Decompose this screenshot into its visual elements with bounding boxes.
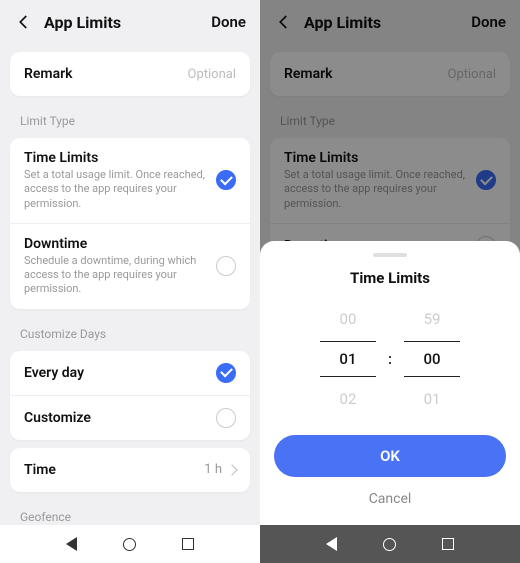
customize-label: Customize xyxy=(24,410,216,426)
nav-back-icon[interactable] xyxy=(326,537,337,551)
every-day-label: Every day xyxy=(24,365,216,381)
time-picker[interactable]: 00 01 02 : 59 00 01 xyxy=(274,309,506,409)
app-header: App Limits Done xyxy=(0,0,260,44)
section-limit-type: Limit Type xyxy=(260,104,520,130)
remark-card[interactable]: Remark Optional xyxy=(270,52,510,96)
time-label: Time xyxy=(24,462,204,478)
radio-unchecked-icon[interactable] xyxy=(216,408,236,428)
limit-type-card: Time Limits Set a total usage limit. Onc… xyxy=(10,138,250,309)
page-title: App Limits xyxy=(304,13,471,32)
sheet-title: Time Limits xyxy=(274,269,506,287)
time-card[interactable]: Time 1 h xyxy=(10,448,250,492)
screen-right: App Limits Done Remark Optional Limit Ty… xyxy=(260,0,520,563)
option-every-day[interactable]: Every day xyxy=(10,351,250,395)
nav-recent-icon[interactable] xyxy=(442,538,454,550)
radio-unchecked-icon[interactable] xyxy=(216,256,236,276)
option-time-limits[interactable]: Time Limits Set a total usage limit. Onc… xyxy=(270,138,510,223)
option-time-limits[interactable]: Time Limits Set a total usage limit. Onc… xyxy=(10,138,250,223)
remark-placeholder: Optional xyxy=(448,67,496,82)
radio-checked-icon[interactable] xyxy=(216,170,236,190)
remark-placeholder: Optional xyxy=(188,67,236,82)
android-navbar xyxy=(260,525,520,563)
radio-checked-icon[interactable] xyxy=(216,363,236,383)
option-time-limits-title: Time Limits xyxy=(284,150,476,166)
option-time-limits-title: Time Limits xyxy=(24,150,216,166)
time-value: 1 h xyxy=(204,462,222,477)
app-header: App Limits Done xyxy=(260,0,520,44)
option-downtime[interactable]: Downtime Schedule a downtime, during whi… xyxy=(10,223,250,309)
screen-left: App Limits Done Remark Optional Limit Ty… xyxy=(0,0,260,563)
android-navbar xyxy=(0,525,260,563)
picker-min-selected: 00 xyxy=(404,341,460,377)
picker-hour-prev: 00 xyxy=(340,309,357,329)
nav-back-icon[interactable] xyxy=(66,537,77,551)
content-scroll: Remark Optional Limit Type Time Limits S… xyxy=(0,44,260,525)
option-downtime-desc: Schedule a downtime, during which access… xyxy=(24,254,216,297)
option-customize[interactable]: Customize xyxy=(10,395,250,440)
nav-home-icon[interactable] xyxy=(383,538,396,551)
sheet-handle-icon[interactable] xyxy=(373,253,407,257)
page-title: App Limits xyxy=(44,13,211,32)
done-button[interactable]: Done xyxy=(471,13,506,31)
days-card: Every day Customize xyxy=(10,351,250,440)
remark-label: Remark xyxy=(284,66,448,82)
section-customize-days: Customize Days xyxy=(0,317,260,343)
back-icon[interactable] xyxy=(14,12,34,32)
ok-button[interactable]: OK xyxy=(274,435,506,477)
remark-label: Remark xyxy=(24,66,188,82)
time-picker-sheet: Time Limits 00 01 02 : 59 00 01 OK Cance… xyxy=(260,241,520,525)
radio-checked-icon[interactable] xyxy=(476,170,496,190)
section-geofence: Geofence xyxy=(0,500,260,525)
back-icon[interactable] xyxy=(274,12,294,32)
picker-minutes[interactable]: 59 00 01 xyxy=(404,309,460,409)
picker-hours[interactable]: 00 01 02 xyxy=(320,309,376,409)
picker-min-prev: 59 xyxy=(424,309,441,329)
section-limit-type: Limit Type xyxy=(0,104,260,130)
remark-card[interactable]: Remark Optional xyxy=(10,52,250,96)
picker-hour-next: 02 xyxy=(340,389,357,409)
picker-colon: : xyxy=(388,350,392,368)
picker-hour-selected: 01 xyxy=(320,341,376,377)
picker-min-next: 01 xyxy=(424,389,441,409)
done-button[interactable]: Done xyxy=(211,13,246,31)
option-downtime-title: Downtime xyxy=(24,236,216,252)
cancel-button[interactable]: Cancel xyxy=(274,491,506,507)
chevron-right-icon xyxy=(226,464,237,475)
option-time-limits-desc: Set a total usage limit. Once reached, a… xyxy=(284,168,476,211)
nav-recent-icon[interactable] xyxy=(182,538,194,550)
nav-home-icon[interactable] xyxy=(123,538,136,551)
option-time-limits-desc: Set a total usage limit. Once reached, a… xyxy=(24,168,216,211)
